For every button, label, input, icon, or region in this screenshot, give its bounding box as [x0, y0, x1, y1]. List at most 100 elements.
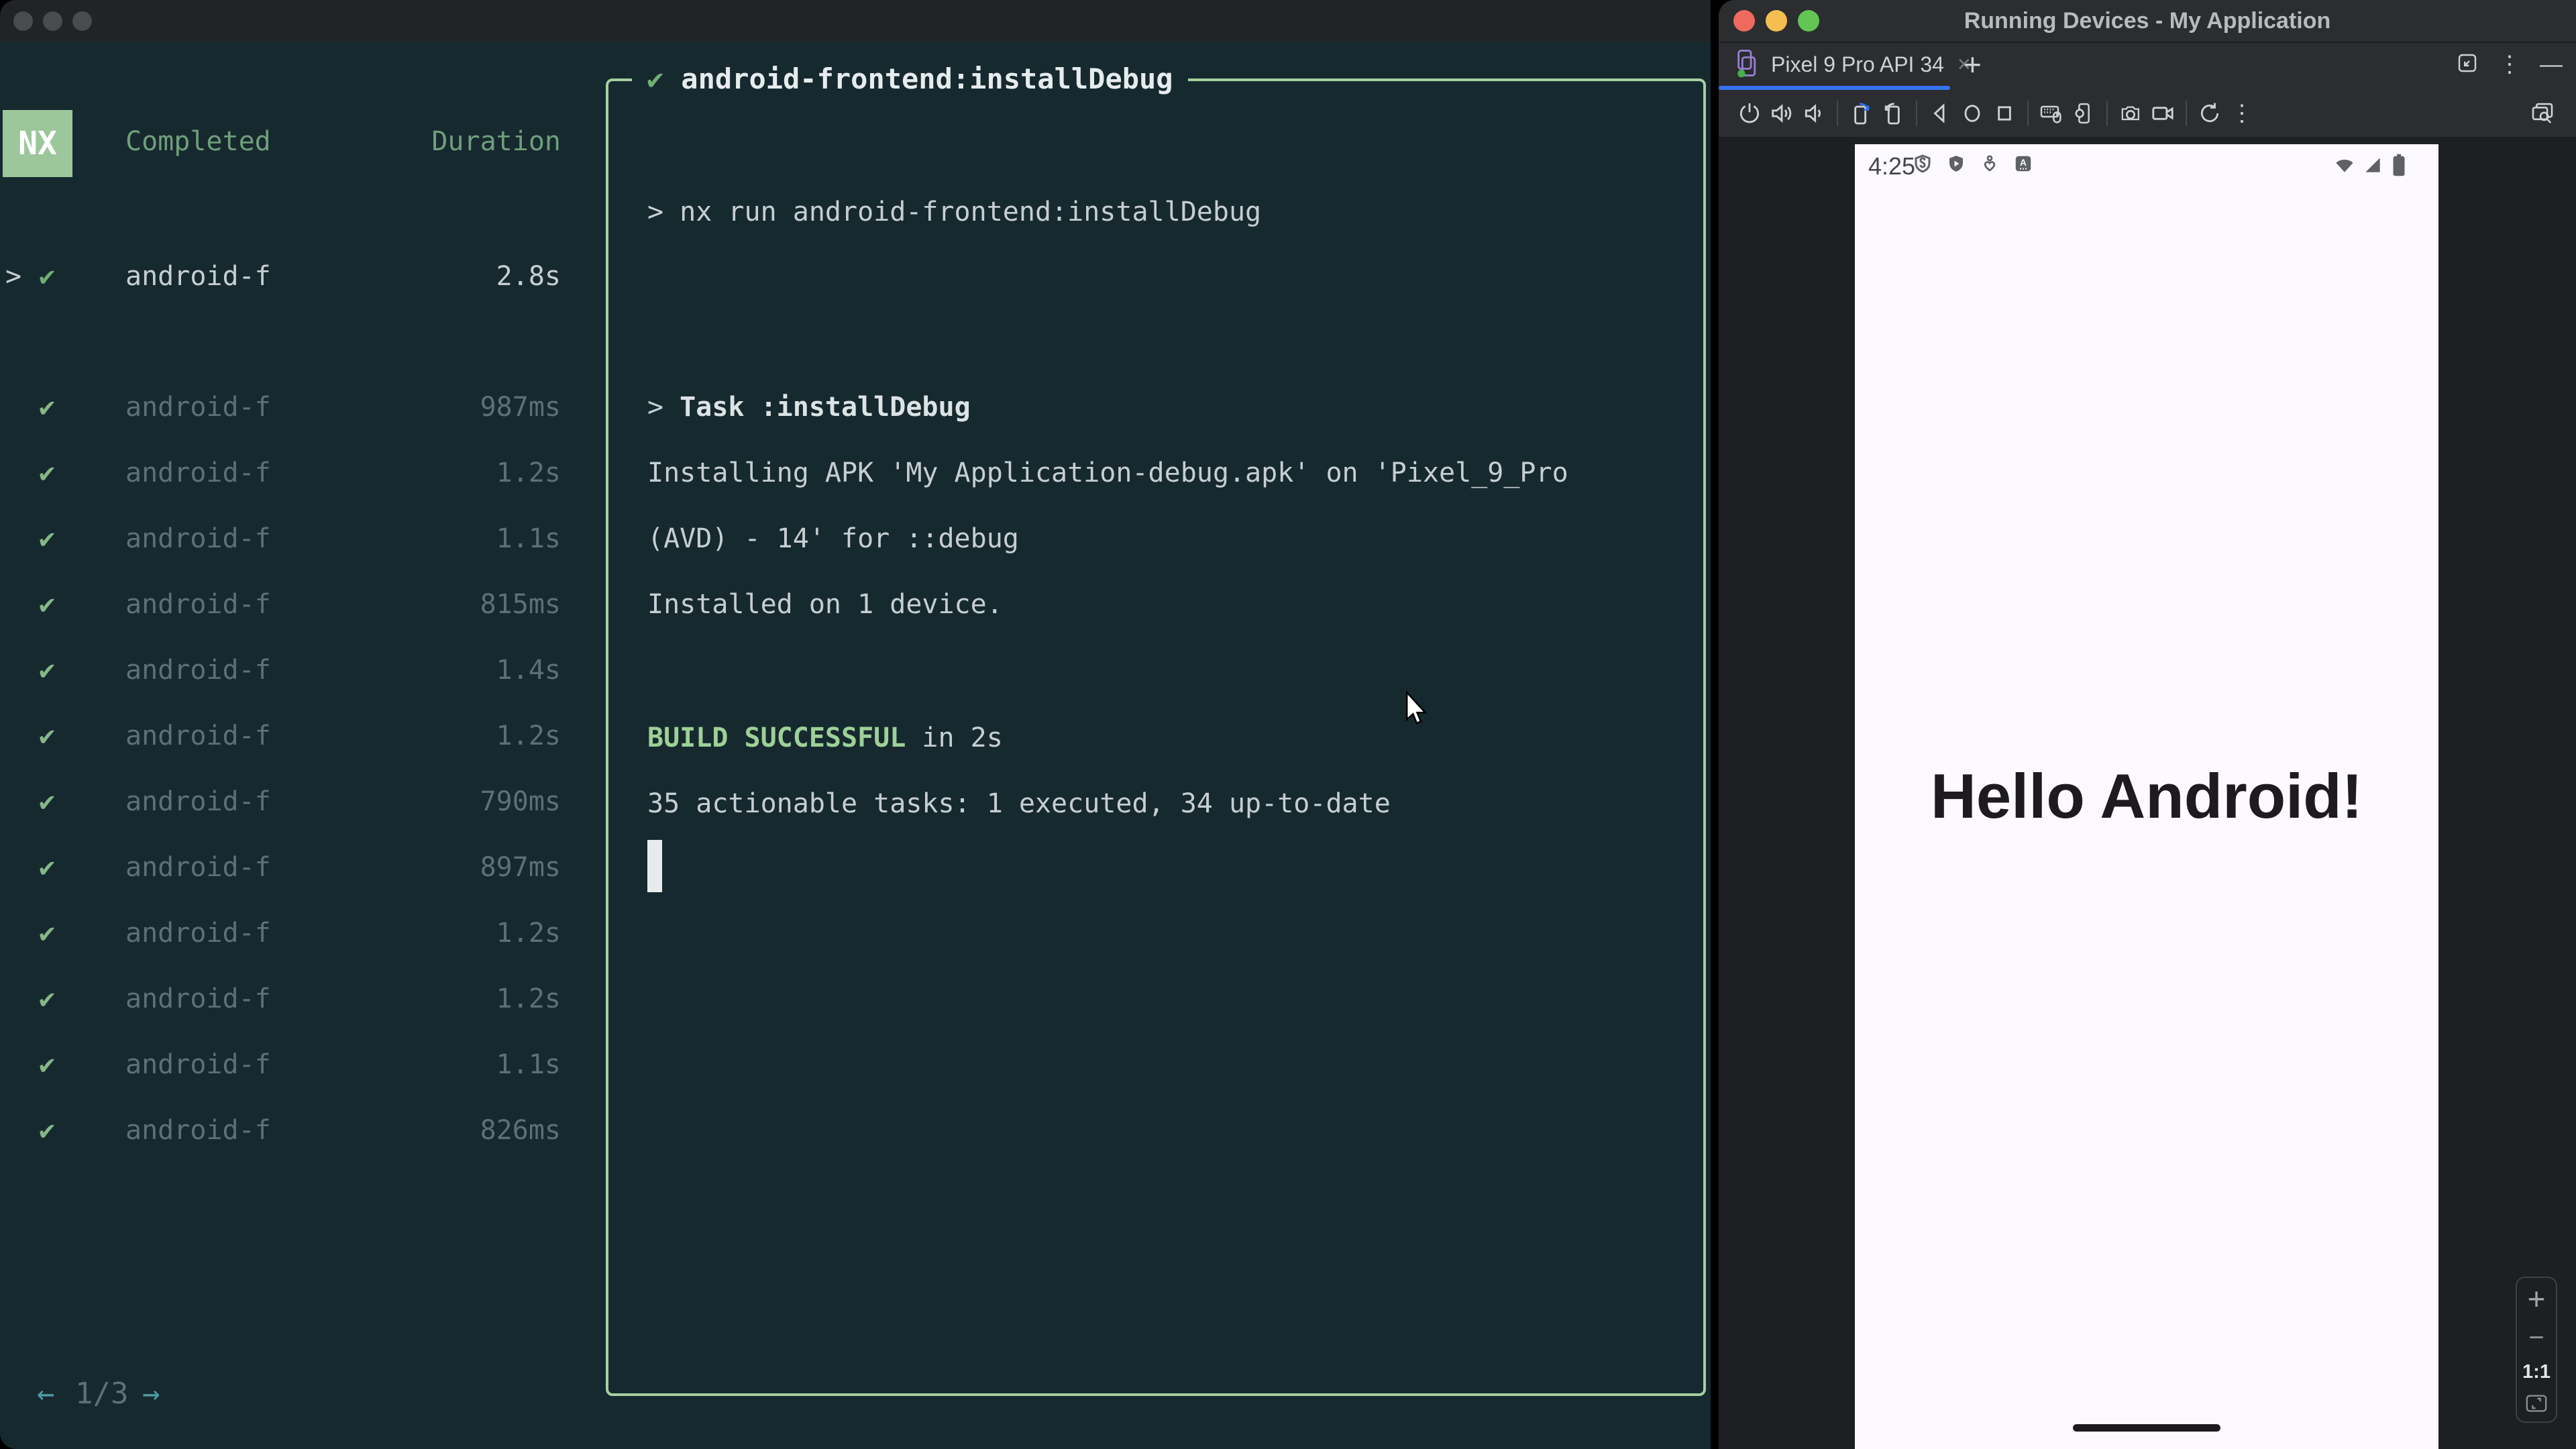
terminal-line-summary: 35 actionable tasks: 1 executed, 34 up-t…	[647, 788, 1391, 819]
more-options-icon[interactable]: ⋮	[2498, 51, 2521, 78]
check-icon: ✔	[39, 983, 56, 1014]
page-indicator: 1/3	[75, 1376, 129, 1411]
hide-panel-icon[interactable]: —	[2540, 52, 2563, 78]
task-row[interactable]: ✔ android-f 1.1s	[0, 506, 590, 572]
task-row[interactable]: ✔ android-f 897ms	[0, 835, 590, 900]
more-icon[interactable]: ⋮	[2226, 97, 2258, 129]
window-zoom-icon[interactable]	[72, 11, 92, 31]
actual-size-button[interactable]: 1:1	[2522, 1361, 2551, 1383]
task-name: android-f	[125, 589, 271, 620]
zoom-in-button[interactable]: +	[2528, 1283, 2546, 1314]
window-close-icon[interactable]	[13, 11, 33, 31]
screen-record-icon[interactable]	[2147, 97, 2179, 129]
signal-icon	[2362, 154, 2383, 179]
build-successful-text: BUILD SUCCESSFUL	[647, 722, 906, 753]
svg-text:A: A	[2020, 158, 2027, 168]
task-row[interactable]: ✔ android-f 1.1s	[0, 1032, 590, 1097]
terminal-line-installed: Installed on 1 device.	[647, 589, 1003, 620]
task-output-title: ✔ android-frontend:installDebug	[632, 57, 1188, 100]
task-name: android-f	[125, 523, 271, 554]
tab-label: Pixel 9 Pro API 34	[1771, 52, 1944, 76]
task-duration: 1.2s	[496, 983, 561, 1014]
volume-up-icon[interactable]	[1766, 97, 1798, 129]
overview-icon[interactable]	[1988, 97, 2021, 129]
status-notification-icons: A	[1913, 154, 2033, 177]
check-icon: ✔	[39, 1049, 56, 1080]
selected-task-row[interactable]: > ✔ android-f 2.8s	[0, 250, 590, 303]
task-name: android-f	[125, 918, 271, 949]
task-row[interactable]: ✔ android-f 790ms	[0, 769, 590, 835]
back-icon[interactable]	[1924, 97, 1956, 129]
emulator-screen[interactable]: 4:25 A Hello Android!	[1855, 144, 2438, 1449]
battery-icon	[2390, 154, 2408, 180]
fit-to-window-icon[interactable]	[2525, 1393, 2548, 1417]
column-duration: Duration	[431, 126, 561, 157]
hardware-input-icon[interactable]	[2035, 97, 2068, 129]
restart-icon[interactable]	[2194, 97, 2226, 129]
task-duration: 826ms	[480, 1115, 561, 1146]
task-name: android-f	[125, 1115, 271, 1146]
task-name: android-f	[125, 1049, 271, 1080]
window-title: Running Devices - My Application	[1964, 7, 2331, 34]
desktop: NX Completed Duration > ✔ android-f 2.8s…	[0, 0, 2576, 1449]
rotate-left-icon[interactable]	[1845, 97, 1877, 129]
terminal-titlebar[interactable]	[0, 0, 1711, 42]
task-prefix: >	[647, 392, 680, 423]
pagination: ← 1/3 →	[0, 1370, 268, 1417]
check-icon: ✔	[39, 918, 56, 949]
check-icon: ✔	[39, 852, 56, 883]
output-title-text: android-frontend:installDebug	[681, 62, 1173, 95]
terminal-line-build-result: BUILD SUCCESSFUL in 2s	[647, 705, 1003, 771]
task-row[interactable]: ✔ android-f 987ms	[0, 374, 590, 440]
task-name: android-f	[125, 983, 271, 1014]
status-system-icons	[2334, 154, 2408, 180]
task-row[interactable]: ✔ android-f 1.2s	[0, 966, 590, 1032]
rotate-right-icon[interactable]	[1877, 97, 1909, 129]
check-icon: ✔	[39, 589, 56, 620]
task-list: ✔ android-f 987ms ✔ android-f 1.2s ✔ and…	[0, 374, 590, 1163]
home-icon[interactable]	[1956, 97, 1988, 129]
new-tab-icon[interactable]: +	[1964, 43, 1982, 86]
float-window-icon[interactable]	[2455, 51, 2479, 78]
device-status-bar: 4:25 A	[1855, 148, 2438, 180]
task-duration: 1.2s	[496, 458, 561, 488]
task-name: android-f	[125, 261, 271, 292]
chevron-right-icon: >	[5, 261, 22, 292]
screenshot-icon[interactable]	[2114, 97, 2147, 129]
task-table-header: Completed Duration	[0, 126, 590, 166]
task-row[interactable]: ✔ android-f 1.2s	[0, 703, 590, 769]
task-duration: 987ms	[480, 392, 561, 423]
device-settings-icon[interactable]	[2068, 97, 2100, 129]
power-icon[interactable]	[1733, 97, 1766, 129]
task-duration: 815ms	[480, 589, 561, 620]
window-minimize-icon[interactable]	[43, 11, 62, 31]
volume-down-icon[interactable]	[1798, 97, 1830, 129]
tab-bar-actions: ⋮ —	[2455, 43, 2563, 86]
prev-page-arrow[interactable]: ←	[37, 1377, 55, 1411]
terminal-line-command: > nx run android-frontend:installDebug	[647, 197, 1262, 227]
zoom-out-button[interactable]: −	[2528, 1324, 2544, 1351]
toolbar-divider	[2106, 101, 2108, 126]
task-row[interactable]: ✔ android-f 1.4s	[0, 637, 590, 703]
toolbar-divider	[1837, 101, 1838, 126]
task-duration: 2.8s	[496, 261, 561, 292]
task-name: android-f	[125, 655, 271, 686]
next-page-arrow[interactable]: →	[142, 1377, 160, 1411]
tab-pixel-9-pro[interactable]: Pixel 9 Pro API 34 ×	[1719, 43, 1987, 86]
app-notification-icon: A	[2013, 154, 2033, 177]
task-duration: 1.2s	[496, 918, 561, 949]
task-row[interactable]: ✔ android-f 826ms	[0, 1097, 590, 1163]
running-devices-titlebar[interactable]: Running Devices - My Application	[1719, 0, 2576, 43]
task-name: android-f	[125, 786, 271, 817]
task-duration: 897ms	[480, 852, 561, 883]
task-row[interactable]: ✔ android-f 815ms	[0, 572, 590, 637]
toolbar-divider	[2027, 101, 2029, 126]
zoom-preview-icon[interactable]	[2526, 97, 2559, 129]
task-row[interactable]: ✔ android-f 1.2s	[0, 440, 590, 506]
gesture-navigation-bar[interactable]	[2073, 1424, 2220, 1432]
check-icon: ✔	[39, 655, 56, 686]
task-name: android-f	[125, 458, 271, 488]
build-time-text: in 2s	[906, 722, 1003, 753]
task-row[interactable]: ✔ android-f 1.2s	[0, 900, 590, 966]
task-name: android-f	[125, 852, 271, 883]
